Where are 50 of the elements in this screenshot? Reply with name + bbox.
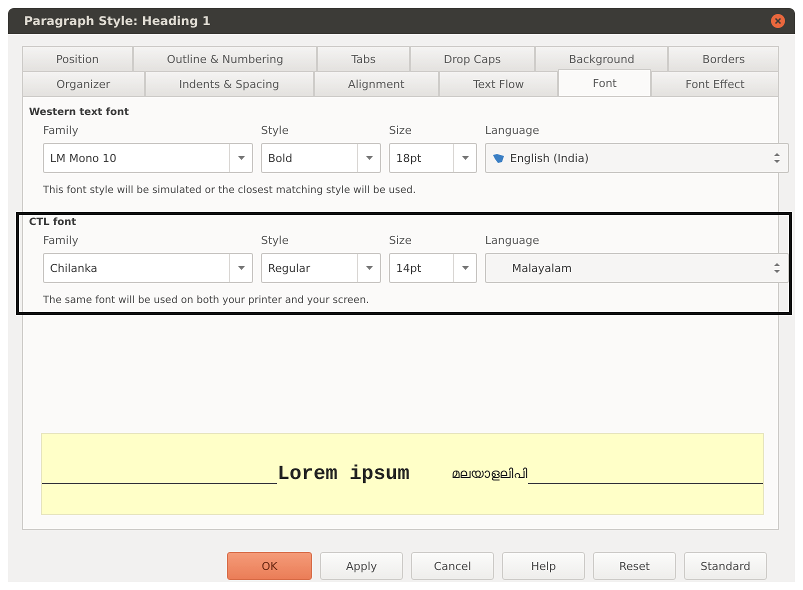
tab[interactable]: Outline & Numbering [132, 46, 318, 71]
field-label: Style [261, 234, 290, 247]
info-text: This font style will be simulated or the closest matching style will be used. [43, 185, 417, 196]
spin-icon [774, 153, 780, 163]
tab[interactable]: Organizer [22, 71, 145, 96]
close-icon[interactable] [771, 14, 785, 28]
tab[interactable]: Text Flow [438, 71, 558, 96]
caret-icon [462, 156, 468, 160]
caret-icon [366, 156, 372, 160]
preview-text: Lorem ipsum [277, 462, 410, 486]
tab[interactable]: Position [22, 46, 133, 71]
tab[interactable]: Font [558, 69, 652, 96]
style-combo[interactable]: Regular [261, 253, 381, 283]
language-combo[interactable]: Malayalam [485, 253, 789, 283]
field-label: Family [43, 124, 80, 137]
dialog-button[interactable]: Apply [320, 552, 403, 580]
caret-icon [238, 266, 244, 270]
section-title: Western text font [29, 107, 130, 118]
tab[interactable]: Borders [668, 46, 780, 71]
window-title: Paragraph Style: Heading 1 [24, 14, 211, 28]
size-combo[interactable]: 18pt [389, 143, 477, 173]
tab[interactable]: Background [534, 46, 668, 71]
caret-icon [462, 266, 468, 270]
style-combo[interactable]: Bold [261, 143, 381, 173]
field-label: Language [485, 234, 540, 247]
field-label: Size [389, 124, 413, 137]
section-title: CTL font [29, 217, 78, 228]
dialog-button[interactable]: Cancel [411, 552, 494, 580]
dialog-button[interactable]: Reset [593, 552, 676, 580]
tab[interactable]: Font Effect [651, 71, 780, 96]
ok-button[interactable]: OK [227, 552, 312, 580]
field-label: Language [485, 124, 540, 137]
field-label: Size [389, 234, 413, 247]
preview-text: മലയാളലിപി [452, 466, 528, 482]
dialog-button[interactable]: Standard [684, 552, 767, 580]
tab[interactable]: Drop Caps [410, 46, 535, 71]
tab[interactable]: Alignment [314, 71, 439, 96]
dialog-button[interactable]: Help [502, 552, 585, 580]
family-combo[interactable]: LM Mono 10 [43, 143, 253, 173]
caret-icon [366, 266, 372, 270]
tab[interactable]: Tabs [317, 46, 410, 71]
field-label: Family [43, 234, 80, 247]
field-label: Style [261, 124, 290, 137]
tab[interactable]: Indents & Spacing [144, 71, 314, 96]
caret-icon [238, 156, 244, 160]
size-combo[interactable]: 14pt [389, 253, 477, 283]
info-text: The same font will be used on both your printer and your screen. [43, 295, 370, 306]
family-combo[interactable]: Chilanka [43, 253, 253, 283]
language-combo[interactable]: English (India) [485, 143, 789, 173]
spin-icon [774, 263, 780, 273]
